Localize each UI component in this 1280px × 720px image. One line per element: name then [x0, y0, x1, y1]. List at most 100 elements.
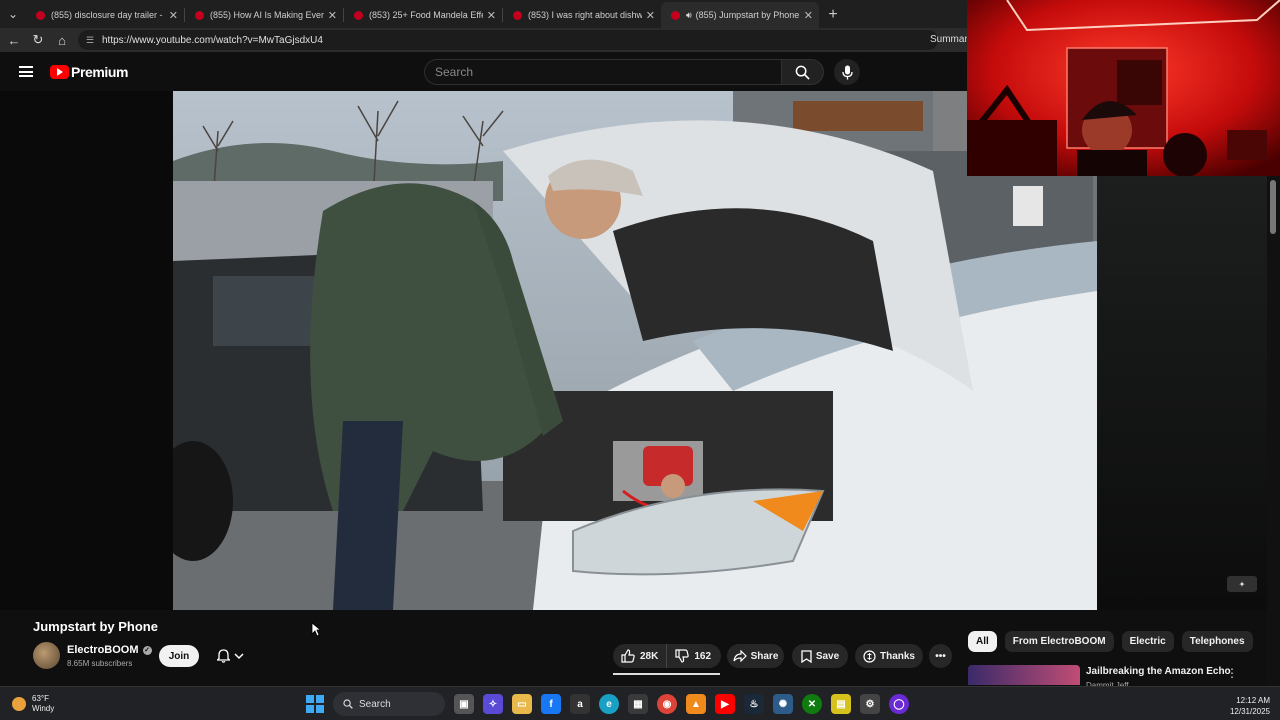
- thumbs-up-icon: [621, 649, 635, 663]
- taskbar-search[interactable]: Search: [333, 692, 445, 716]
- chip-all[interactable]: All: [968, 631, 997, 652]
- youtube-favicon-icon: [195, 10, 204, 20]
- copilot-icon[interactable]: ✧: [483, 694, 503, 714]
- address-bar[interactable]: ☰ https://www.youtube.com/watch?v=MwTaGj…: [78, 30, 938, 50]
- tab-title: (855) Jumpstart by Phone - YouTube: [695, 10, 800, 20]
- youtube-play-logo-icon: [50, 65, 69, 79]
- youtube-premium-logo[interactable]: Premium: [50, 64, 129, 80]
- sticky-notes-icon[interactable]: ▤: [831, 694, 851, 714]
- like-dislike-group: 28K 162: [613, 644, 721, 668]
- close-tab-icon[interactable]: ✕: [646, 9, 655, 22]
- video-player[interactable]: [173, 91, 1097, 610]
- channel-avatar[interactable]: [33, 642, 60, 669]
- save-button[interactable]: Save: [792, 644, 848, 668]
- channel-name-link[interactable]: ElectroBOOM ✓: [67, 644, 152, 656]
- ambient-side-panel: [1097, 176, 1267, 610]
- home-icon[interactable]: ⌂: [50, 28, 74, 52]
- webcam-overlay: [967, 0, 1280, 176]
- search-bar: Search: [424, 59, 824, 85]
- tab-title: (855) disclosure day trailer - YouTube: [51, 10, 165, 20]
- weather-condition: Windy: [32, 704, 55, 713]
- xbox-icon[interactable]: ✕: [802, 694, 822, 714]
- webcam-frame: [967, 0, 1280, 176]
- task-view-icon[interactable]: ▣: [454, 694, 474, 714]
- youtube-favicon-icon: [513, 10, 522, 20]
- dislike-button[interactable]: 162: [667, 649, 719, 663]
- youtube-favicon-icon: [354, 10, 363, 20]
- chip-telephones[interactable]: Telephones: [1181, 631, 1253, 652]
- chrome-icon[interactable]: ◉: [657, 694, 677, 714]
- recommended-more-vertical-icon[interactable]: ⋮: [1226, 666, 1238, 680]
- notification-bell-button[interactable]: [206, 645, 254, 667]
- close-tab-icon[interactable]: ✕: [169, 9, 178, 22]
- browser-tab[interactable]: (855) How AI Is Making Everything Worse …: [185, 2, 343, 28]
- clock-time: 12:12 AM: [1236, 696, 1270, 705]
- file-explorer-icon[interactable]: ▭: [512, 694, 532, 714]
- page-scrollbar[interactable]: [1267, 176, 1280, 686]
- scrollbar-thumb[interactable]: [1270, 180, 1276, 234]
- tab-title: (853) 25+ Food Mandela Effects!: [369, 10, 483, 20]
- more-horizontal-icon: •••: [935, 650, 946, 662]
- calculator-icon[interactable]: ▦: [628, 694, 648, 714]
- share-arrow-icon: [732, 650, 747, 662]
- windows-taskbar: 63°F Windy Search ▣ ✧ ▭ f a e ▦ ◉ ▲ ▶ ♨ …: [0, 686, 1280, 720]
- save-label: Save: [815, 650, 840, 662]
- summari-extension-label[interactable]: Summari: [930, 34, 970, 45]
- close-tab-icon[interactable]: ✕: [487, 9, 496, 22]
- recommended-video-thumbnail[interactable]: [968, 665, 1080, 685]
- windows-start-icon[interactable]: [306, 695, 324, 713]
- logo-text: Premium: [71, 64, 129, 80]
- youtube-favicon-icon: [36, 10, 45, 20]
- menu-hamburger-icon[interactable]: [19, 66, 33, 77]
- facebook-icon[interactable]: f: [541, 694, 561, 714]
- search-placeholder: Search: [435, 65, 474, 79]
- super-thanks-icon: [863, 649, 876, 663]
- more-actions-button[interactable]: •••: [929, 644, 952, 668]
- weather-widget[interactable]: 63°F Windy: [12, 694, 54, 714]
- obs-icon[interactable]: ◯: [889, 694, 909, 714]
- chevron-down-icon: [233, 653, 244, 660]
- settings-gear-icon[interactable]: ⚙: [860, 694, 880, 714]
- youtube-app-icon[interactable]: ▶: [715, 694, 735, 714]
- game-launcher-icon[interactable]: ✺: [773, 694, 793, 714]
- recommended-video-title[interactable]: Jailbreaking the Amazon Echo: [1086, 666, 1231, 677]
- video-frame: [173, 91, 1097, 610]
- share-button[interactable]: Share: [727, 644, 784, 668]
- amazon-icon[interactable]: a: [570, 694, 590, 714]
- vlc-icon[interactable]: ▲: [686, 694, 706, 714]
- reload-icon[interactable]: ↻: [26, 28, 50, 52]
- browser-tab[interactable]: (853) 25+ Food Mandela Effects! ✕: [344, 2, 502, 28]
- thumbs-down-icon: [675, 649, 690, 663]
- chip-electric[interactable]: Electric: [1121, 631, 1174, 652]
- search-icon: [343, 699, 353, 709]
- tab-title: (853) I was right about dishwashers: [528, 10, 642, 20]
- like-button[interactable]: 28K: [613, 644, 668, 668]
- back-arrow-icon[interactable]: ←: [2, 28, 26, 52]
- tab-list-chevron-icon[interactable]: ⌄: [0, 0, 26, 28]
- channel-name: ElectroBOOM: [67, 644, 139, 656]
- close-tab-icon[interactable]: ✕: [804, 9, 813, 22]
- chip-from-channel[interactable]: From ElectroBOOM: [1004, 631, 1114, 652]
- taskbar-search-label: Search: [359, 698, 391, 710]
- url-text: https://www.youtube.com/watch?v=MwTaGjsd…: [102, 34, 323, 46]
- edge-browser-icon[interactable]: e: [599, 694, 619, 714]
- search-input[interactable]: Search: [424, 59, 781, 85]
- new-tab-plus-icon[interactable]: +: [819, 2, 847, 28]
- channel-watermark-icon[interactable]: ✦: [1227, 576, 1257, 592]
- voice-search-button[interactable]: [834, 59, 860, 85]
- steam-icon[interactable]: ♨: [744, 694, 764, 714]
- bell-icon: [216, 649, 230, 663]
- clock-date: 12/31/2025: [1229, 707, 1270, 716]
- search-button[interactable]: [781, 59, 824, 85]
- speaker-icon[interactable]: 🔊︎: [686, 10, 692, 21]
- close-tab-icon[interactable]: ✕: [328, 9, 337, 22]
- subscriber-count: 8.65M subscribers: [67, 659, 133, 668]
- site-info-icon[interactable]: ☰: [86, 35, 96, 46]
- browser-tab[interactable]: (853) I was right about dishwashers ✕: [503, 2, 661, 28]
- tab-title: (855) How AI Is Making Everything Worse: [210, 10, 324, 20]
- thanks-button[interactable]: Thanks: [855, 644, 923, 668]
- system-clock[interactable]: 12:12 AM 12/31/2025: [1225, 695, 1270, 717]
- browser-tab[interactable]: (855) disclosure day trailer - YouTube ✕: [26, 2, 184, 28]
- browser-tab-active[interactable]: 🔊︎ (855) Jumpstart by Phone - YouTube ✕: [661, 2, 819, 28]
- join-button[interactable]: Join: [159, 645, 199, 667]
